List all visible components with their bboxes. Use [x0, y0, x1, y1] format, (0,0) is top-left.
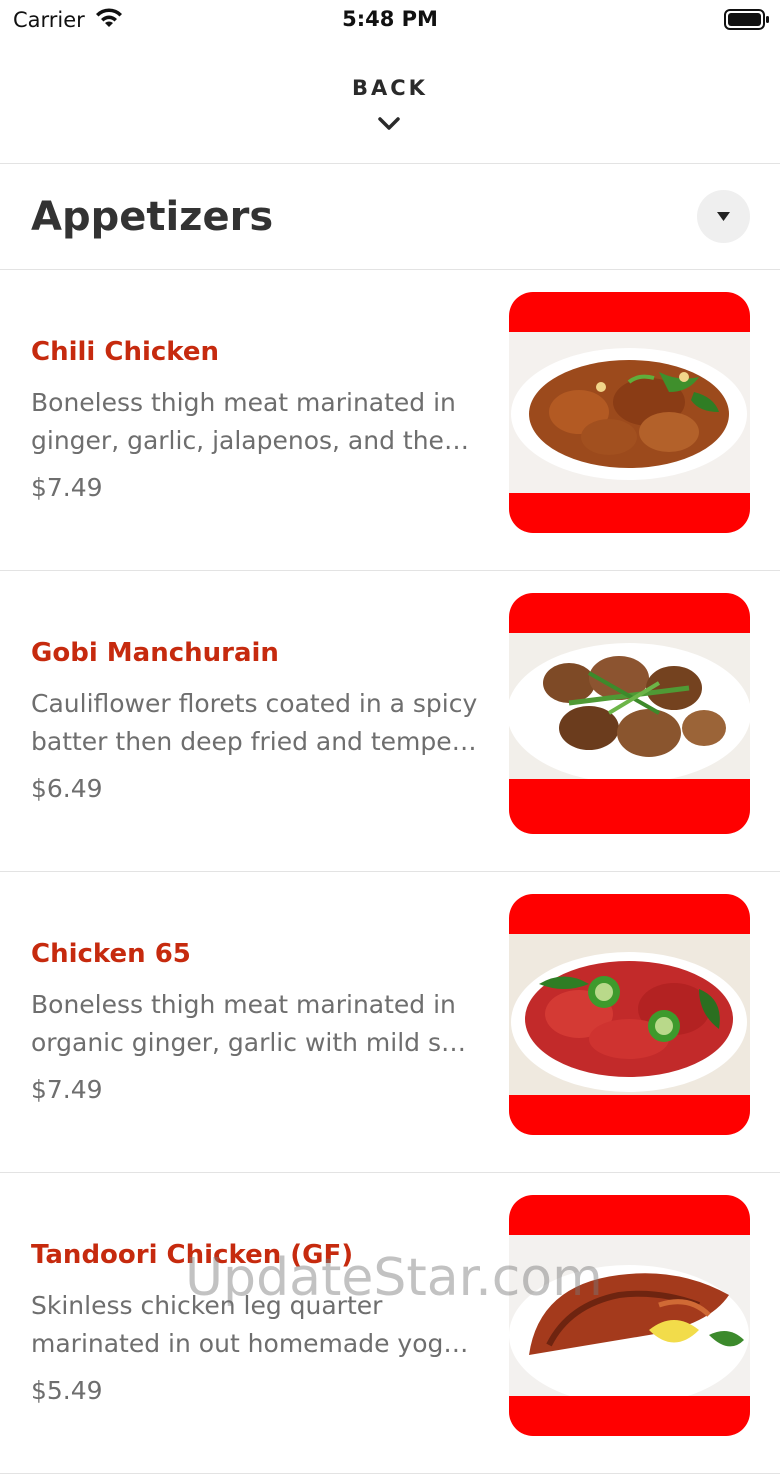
caret-down-icon [717, 212, 730, 221]
gobi-manchurian-photo [509, 633, 750, 779]
item-price: $7.49 [31, 473, 103, 502]
item-description: Boneless thigh meat marinated in ginger,… [31, 384, 481, 460]
battery-icon [724, 9, 770, 35]
item-photo[interactable] [509, 894, 750, 1135]
menu-item[interactable]: Chili Chicken Boneless thigh meat marina… [0, 270, 780, 571]
category-header: Appetizers [0, 164, 780, 270]
chicken-65-photo [509, 934, 750, 1095]
item-name[interactable]: Chicken 65 [31, 939, 191, 969]
item-description: Boneless thigh meat marinated in organic… [31, 986, 481, 1062]
back-header[interactable]: BACK [0, 40, 780, 164]
item-description-line: Cauliflower florets coated in a spicy [31, 689, 478, 718]
item-description-line: Boneless thigh meat marinated in [31, 388, 456, 417]
clock: 5:48 PM [342, 7, 438, 31]
item-description-line: batter then deep fried and temper… [31, 727, 481, 756]
item-description-line: marinated in out homemade yogur… [31, 1329, 481, 1358]
status-bar: Carrier 5:48 PM [0, 0, 780, 40]
item-name[interactable]: Chili Chicken [31, 337, 219, 367]
chili-chicken-photo [509, 332, 750, 493]
item-price: $6.49 [31, 774, 103, 803]
item-photo[interactable] [509, 1195, 750, 1436]
item-price: $7.49 [31, 1075, 103, 1104]
item-price: $5.49 [31, 1376, 103, 1405]
item-photo[interactable] [509, 292, 750, 533]
menu-item[interactable]: Gobi Manchurain Cauliflower florets coat… [0, 571, 780, 872]
category-collapse-button[interactable] [697, 190, 750, 243]
item-description-line: organic ginger, garlic with mild spi… [31, 1028, 481, 1057]
item-description-line: Boneless thigh meat marinated in [31, 990, 456, 1019]
watermark: UpdateStar.com [185, 1248, 603, 1308]
menu-item[interactable]: Tandoori Chicken (GF) Skinless chicken l… [0, 1173, 780, 1474]
item-description: Cauliflower florets coated in a spicy ba… [31, 685, 481, 761]
menu-item[interactable]: Chicken 65 Boneless thigh meat marinated… [0, 872, 780, 1173]
category-title: Appetizers [31, 194, 274, 240]
item-description-line: ginger, garlic, jalapenos, and then… [31, 426, 481, 455]
item-name[interactable]: Gobi Manchurain [31, 638, 279, 668]
item-photo[interactable] [509, 593, 750, 834]
chevron-down-icon[interactable] [377, 116, 401, 136]
back-button-label[interactable]: BACK [0, 76, 780, 100]
